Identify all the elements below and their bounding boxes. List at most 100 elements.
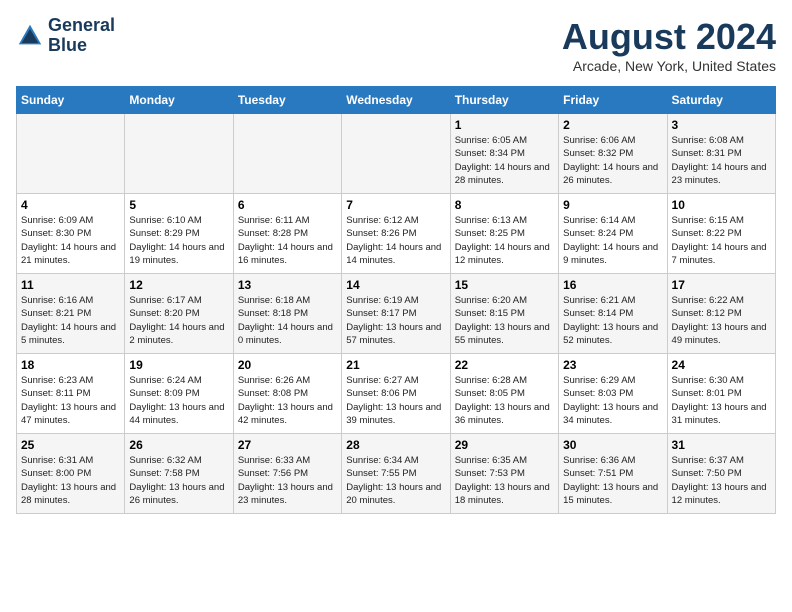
day-cell: 8 Sunrise: 6:13 AM Sunset: 8:25 PM Daylig… <box>450 194 558 274</box>
day-cell: 2 Sunrise: 6:06 AM Sunset: 8:32 PM Daylig… <box>559 114 667 194</box>
day-cell: 11Sunrise: 6:16 AM Sunset: 8:21 PM Dayli… <box>17 274 125 354</box>
day-info: Sunrise: 6:29 AM Sunset: 8:03 PM Dayligh… <box>563 374 662 427</box>
day-cell: 19 Sunrise: 6:24 AM Sunset: 8:09 PM Dayli… <box>125 354 233 434</box>
day-number: 9 <box>563 198 662 212</box>
day-info: Sunrise: 6:37 AM Sunset: 7:50 PM Dayligh… <box>672 454 771 507</box>
header-sunday: Sunday <box>17 87 125 114</box>
day-cell: 25Sunrise: 6:31 AM Sunset: 8:00 PM Dayli… <box>17 434 125 514</box>
logo-line1: General <box>48 16 115 36</box>
week-row-3: 18Sunrise: 6:23 AM Sunset: 8:11 PM Dayli… <box>17 354 776 434</box>
day-cell: 12 Sunrise: 6:17 AM Sunset: 8:20 PM Dayli… <box>125 274 233 354</box>
day-number: 24 <box>672 358 771 372</box>
day-cell: 9 Sunrise: 6:14 AM Sunset: 8:24 PM Daylig… <box>559 194 667 274</box>
day-cell: 28 Sunrise: 6:34 AM Sunset: 7:55 PM Dayli… <box>342 434 450 514</box>
day-cell: 3Sunrise: 6:08 AM Sunset: 8:31 PM Daylig… <box>667 114 775 194</box>
day-number: 26 <box>129 438 228 452</box>
day-cell: 7 Sunrise: 6:12 AM Sunset: 8:26 PM Daylig… <box>342 194 450 274</box>
day-cell: 10Sunrise: 6:15 AM Sunset: 8:22 PM Dayli… <box>667 194 775 274</box>
day-info: Sunrise: 6:35 AM Sunset: 7:53 PM Dayligh… <box>455 454 554 507</box>
day-info: Sunrise: 6:08 AM Sunset: 8:31 PM Dayligh… <box>672 134 771 187</box>
day-number: 2 <box>563 118 662 132</box>
day-number: 27 <box>238 438 337 452</box>
day-info: Sunrise: 6:20 AM Sunset: 8:15 PM Dayligh… <box>455 294 554 347</box>
week-row-4: 25Sunrise: 6:31 AM Sunset: 8:00 PM Dayli… <box>17 434 776 514</box>
day-info: Sunrise: 6:36 AM Sunset: 7:51 PM Dayligh… <box>563 454 662 507</box>
day-info: Sunrise: 6:09 AM Sunset: 8:30 PM Dayligh… <box>21 214 120 267</box>
header-saturday: Saturday <box>667 87 775 114</box>
day-number: 29 <box>455 438 554 452</box>
day-info: Sunrise: 6:12 AM Sunset: 8:26 PM Dayligh… <box>346 214 445 267</box>
day-cell: 5 Sunrise: 6:10 AM Sunset: 8:29 PM Daylig… <box>125 194 233 274</box>
day-number: 7 <box>346 198 445 212</box>
day-cell: 4 Sunrise: 6:09 AM Sunset: 8:30 PM Daylig… <box>17 194 125 274</box>
day-cell: 20 Sunrise: 6:26 AM Sunset: 8:08 PM Dayli… <box>233 354 341 434</box>
day-info: Sunrise: 6:13 AM Sunset: 8:25 PM Dayligh… <box>455 214 554 267</box>
day-cell: 1Sunrise: 6:05 AM Sunset: 8:34 PM Daylig… <box>450 114 558 194</box>
day-cell <box>17 114 125 194</box>
day-number: 28 <box>346 438 445 452</box>
logo-icon <box>16 22 44 50</box>
day-info: Sunrise: 6:26 AM Sunset: 8:08 PM Dayligh… <box>238 374 337 427</box>
header-monday: Monday <box>125 87 233 114</box>
week-row-1: 4 Sunrise: 6:09 AM Sunset: 8:30 PM Daylig… <box>17 194 776 274</box>
day-cell: 17 Sunrise: 6:22 AM Sunset: 8:12 PM Dayli… <box>667 274 775 354</box>
calendar-table: SundayMondayTuesdayWednesdayThursdayFrid… <box>16 86 776 514</box>
day-number: 20 <box>238 358 337 372</box>
day-number: 23 <box>563 358 662 372</box>
header-tuesday: Tuesday <box>233 87 341 114</box>
header-wednesday: Wednesday <box>342 87 450 114</box>
day-cell: 24 Sunrise: 6:30 AM Sunset: 8:01 PM Dayli… <box>667 354 775 434</box>
day-info: Sunrise: 6:11 AM Sunset: 8:28 PM Dayligh… <box>238 214 337 267</box>
day-cell: 29 Sunrise: 6:35 AM Sunset: 7:53 PM Dayli… <box>450 434 558 514</box>
day-info: Sunrise: 6:33 AM Sunset: 7:56 PM Dayligh… <box>238 454 337 507</box>
day-info: Sunrise: 6:22 AM Sunset: 8:12 PM Dayligh… <box>672 294 771 347</box>
calendar-title: August 2024 <box>562 16 776 58</box>
day-info: Sunrise: 6:32 AM Sunset: 7:58 PM Dayligh… <box>129 454 228 507</box>
day-cell: 6Sunrise: 6:11 AM Sunset: 8:28 PM Daylig… <box>233 194 341 274</box>
day-cell: 31Sunrise: 6:37 AM Sunset: 7:50 PM Dayli… <box>667 434 775 514</box>
day-number: 19 <box>129 358 228 372</box>
day-cell <box>342 114 450 194</box>
day-cell: 22 Sunrise: 6:28 AM Sunset: 8:05 PM Dayli… <box>450 354 558 434</box>
header-row: SundayMondayTuesdayWednesdayThursdayFrid… <box>17 87 776 114</box>
day-cell: 16 Sunrise: 6:21 AM Sunset: 8:14 PM Dayli… <box>559 274 667 354</box>
day-info: Sunrise: 6:30 AM Sunset: 8:01 PM Dayligh… <box>672 374 771 427</box>
calendar-body: 1Sunrise: 6:05 AM Sunset: 8:34 PM Daylig… <box>17 114 776 514</box>
day-info: Sunrise: 6:23 AM Sunset: 8:11 PM Dayligh… <box>21 374 120 427</box>
day-number: 13 <box>238 278 337 292</box>
day-cell: 30Sunrise: 6:36 AM Sunset: 7:51 PM Dayli… <box>559 434 667 514</box>
day-info: Sunrise: 6:19 AM Sunset: 8:17 PM Dayligh… <box>346 294 445 347</box>
day-number: 11 <box>21 278 120 292</box>
day-number: 22 <box>455 358 554 372</box>
day-info: Sunrise: 6:28 AM Sunset: 8:05 PM Dayligh… <box>455 374 554 427</box>
day-cell <box>233 114 341 194</box>
day-number: 25 <box>21 438 120 452</box>
day-number: 4 <box>21 198 120 212</box>
day-info: Sunrise: 6:10 AM Sunset: 8:29 PM Dayligh… <box>129 214 228 267</box>
header-thursday: Thursday <box>450 87 558 114</box>
day-info: Sunrise: 6:17 AM Sunset: 8:20 PM Dayligh… <box>129 294 228 347</box>
day-cell: 18Sunrise: 6:23 AM Sunset: 8:11 PM Dayli… <box>17 354 125 434</box>
day-number: 17 <box>672 278 771 292</box>
day-info: Sunrise: 6:14 AM Sunset: 8:24 PM Dayligh… <box>563 214 662 267</box>
day-info: Sunrise: 6:34 AM Sunset: 7:55 PM Dayligh… <box>346 454 445 507</box>
logo-line2: Blue <box>48 36 115 56</box>
day-info: Sunrise: 6:05 AM Sunset: 8:34 PM Dayligh… <box>455 134 554 187</box>
header-friday: Friday <box>559 87 667 114</box>
title-block: August 2024 Arcade, New York, United Sta… <box>562 16 776 74</box>
day-number: 16 <box>563 278 662 292</box>
day-info: Sunrise: 6:06 AM Sunset: 8:32 PM Dayligh… <box>563 134 662 187</box>
calendar-subtitle: Arcade, New York, United States <box>562 58 776 74</box>
day-number: 5 <box>129 198 228 212</box>
day-number: 15 <box>455 278 554 292</box>
day-info: Sunrise: 6:27 AM Sunset: 8:06 PM Dayligh… <box>346 374 445 427</box>
day-number: 8 <box>455 198 554 212</box>
day-number: 14 <box>346 278 445 292</box>
day-info: Sunrise: 6:21 AM Sunset: 8:14 PM Dayligh… <box>563 294 662 347</box>
calendar-header: SundayMondayTuesdayWednesdayThursdayFrid… <box>17 87 776 114</box>
day-number: 12 <box>129 278 228 292</box>
day-info: Sunrise: 6:24 AM Sunset: 8:09 PM Dayligh… <box>129 374 228 427</box>
week-row-0: 1Sunrise: 6:05 AM Sunset: 8:34 PM Daylig… <box>17 114 776 194</box>
day-cell: 15 Sunrise: 6:20 AM Sunset: 8:15 PM Dayli… <box>450 274 558 354</box>
day-cell: 26 Sunrise: 6:32 AM Sunset: 7:58 PM Dayli… <box>125 434 233 514</box>
